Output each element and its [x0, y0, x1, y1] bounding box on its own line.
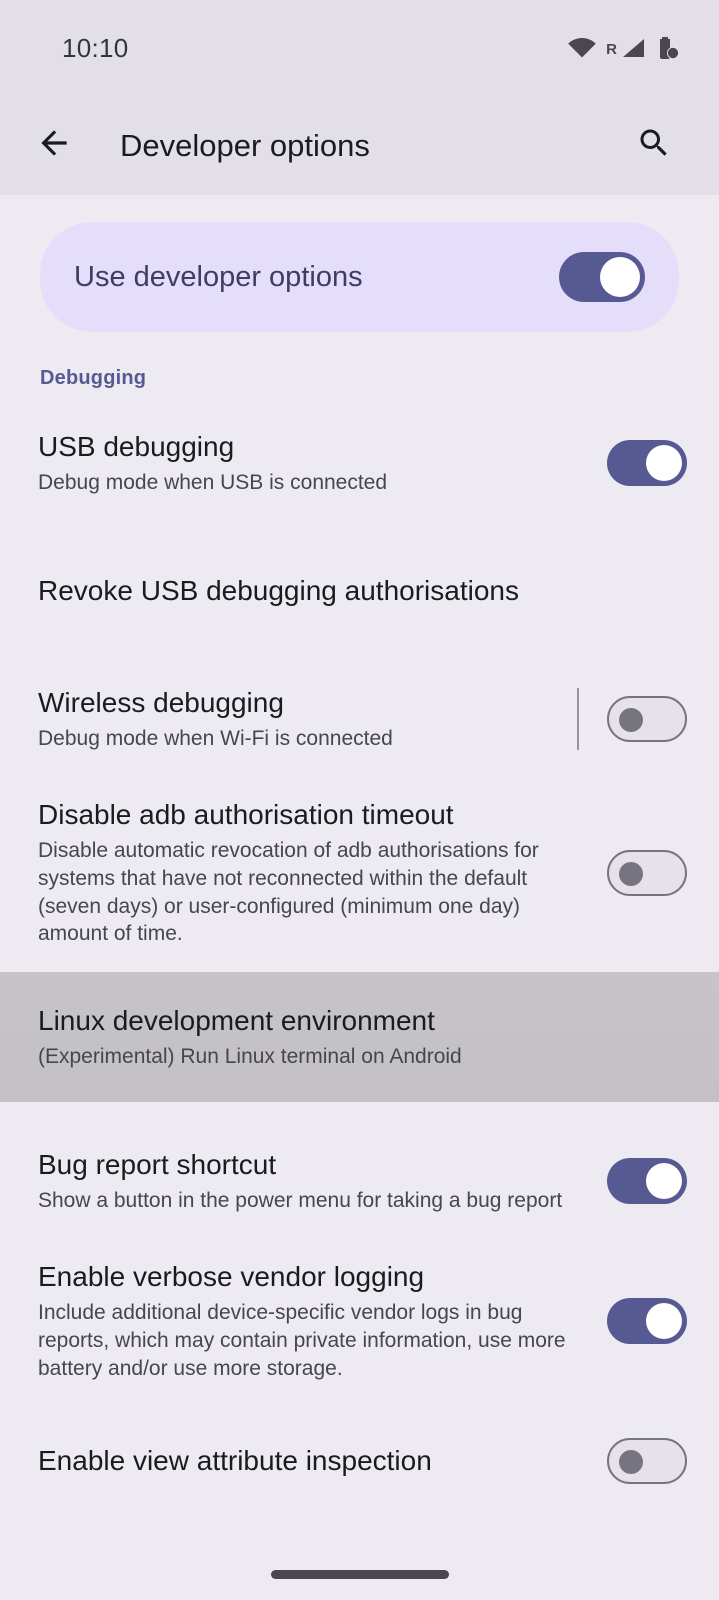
setting-row-disable-adb-authorisation-timeout[interactable]: Disable adb authorisation timeout Disabl… [0, 798, 719, 948]
setting-summary: Include additional device-specific vendo… [38, 1299, 589, 1382]
wireless-debugging-switch[interactable] [607, 696, 687, 742]
bug-report-shortcut-switch[interactable] [607, 1158, 687, 1204]
search-icon [636, 125, 672, 166]
vertical-divider [577, 688, 579, 750]
navigation-bar [0, 1548, 719, 1600]
switch-knob [646, 1163, 682, 1199]
use-developer-options-label: Use developer options [74, 261, 559, 294]
disable-adb-authorisation-timeout-switch[interactable] [607, 850, 687, 896]
setting-title: Disable adb authorisation timeout [38, 798, 589, 832]
setting-texts: Revoke USB debugging authorisations [38, 574, 687, 608]
setting-summary: Debug mode when Wi-Fi is connected [38, 725, 559, 753]
use-developer-options-card[interactable]: Use developer options [40, 222, 679, 332]
setting-summary: Debug mode when USB is connected [38, 469, 589, 497]
back-button[interactable] [26, 118, 82, 174]
section-header-debugging: Debugging [40, 367, 719, 390]
switch-knob [646, 445, 682, 481]
setting-row-usb-debugging[interactable]: USB debugging Debug mode when USB is con… [0, 420, 719, 506]
search-button[interactable] [627, 119, 681, 173]
enable-view-attribute-inspection-switch[interactable] [607, 1438, 687, 1484]
switch-knob [619, 1450, 643, 1474]
switch-knob [600, 257, 640, 297]
setting-control [577, 688, 687, 750]
setting-row-linux-development-environment[interactable]: Linux development environment (Experimen… [0, 972, 719, 1102]
status-bar-icons: R [567, 35, 679, 61]
setting-row-enable-verbose-vendor-logging[interactable]: Enable verbose vendor logging Include ad… [0, 1260, 719, 1382]
setting-texts: Wireless debugging Debug mode when Wi-Fi… [38, 686, 577, 753]
usb-debugging-switch[interactable] [607, 440, 687, 486]
enable-verbose-vendor-logging-switch[interactable] [607, 1298, 687, 1344]
switch-knob [646, 1303, 682, 1339]
switch-knob [619, 862, 643, 886]
home-gesture-pill[interactable] [271, 1570, 449, 1579]
setting-summary: (Experimental) Run Linux terminal on And… [38, 1043, 669, 1071]
setting-control [607, 1438, 687, 1484]
setting-title: Enable verbose vendor logging [38, 1260, 589, 1294]
setting-row-revoke-usb-debugging-authorisations[interactable]: Revoke USB debugging authorisations [0, 548, 719, 634]
setting-title: Bug report shortcut [38, 1148, 589, 1182]
setting-row-enable-view-attribute-inspection[interactable]: Enable view attribute inspection [0, 1418, 719, 1504]
setting-texts: Disable adb authorisation timeout Disabl… [38, 798, 607, 948]
setting-control [607, 1158, 687, 1204]
setting-control [607, 440, 687, 486]
status-bar-clock: 10:10 [62, 33, 129, 64]
setting-row-wireless-debugging[interactable]: Wireless debugging Debug mode when Wi-Fi… [0, 676, 719, 762]
setting-summary: Disable automatic revocation of adb auth… [38, 837, 589, 948]
setting-control [607, 1298, 687, 1344]
battery-icon [655, 35, 679, 61]
settings-scroll-container[interactable]: Use developer options Debugging USB debu… [0, 195, 719, 1600]
setting-title: Linux development environment [38, 1004, 669, 1038]
setting-texts: USB debugging Debug mode when USB is con… [38, 430, 607, 497]
page-title: Developer options [120, 128, 627, 164]
status-bar: 10:10 R [0, 0, 719, 96]
setting-texts: Enable view attribute inspection [38, 1444, 607, 1478]
back-arrow-icon [35, 124, 73, 167]
setting-texts: Linux development environment (Experimen… [38, 1004, 687, 1071]
wifi-icon [567, 36, 597, 60]
setting-summary: Show a button in the power menu for taki… [38, 1187, 589, 1215]
cellular-signal-icon [620, 36, 646, 60]
setting-title: Wireless debugging [38, 686, 559, 720]
app-bar: Developer options [0, 96, 719, 195]
use-developer-options-switch[interactable] [559, 252, 645, 302]
setting-title: USB debugging [38, 430, 589, 464]
roaming-r-label: R [606, 41, 617, 58]
setting-texts: Enable verbose vendor logging Include ad… [38, 1260, 607, 1382]
setting-control [607, 850, 687, 896]
setting-title: Enable view attribute inspection [38, 1444, 589, 1478]
setting-texts: Bug report shortcut Show a button in the… [38, 1148, 607, 1215]
setting-row-bug-report-shortcut[interactable]: Bug report shortcut Show a button in the… [0, 1138, 719, 1224]
switch-knob [619, 708, 643, 732]
setting-title: Revoke USB debugging authorisations [38, 574, 669, 608]
